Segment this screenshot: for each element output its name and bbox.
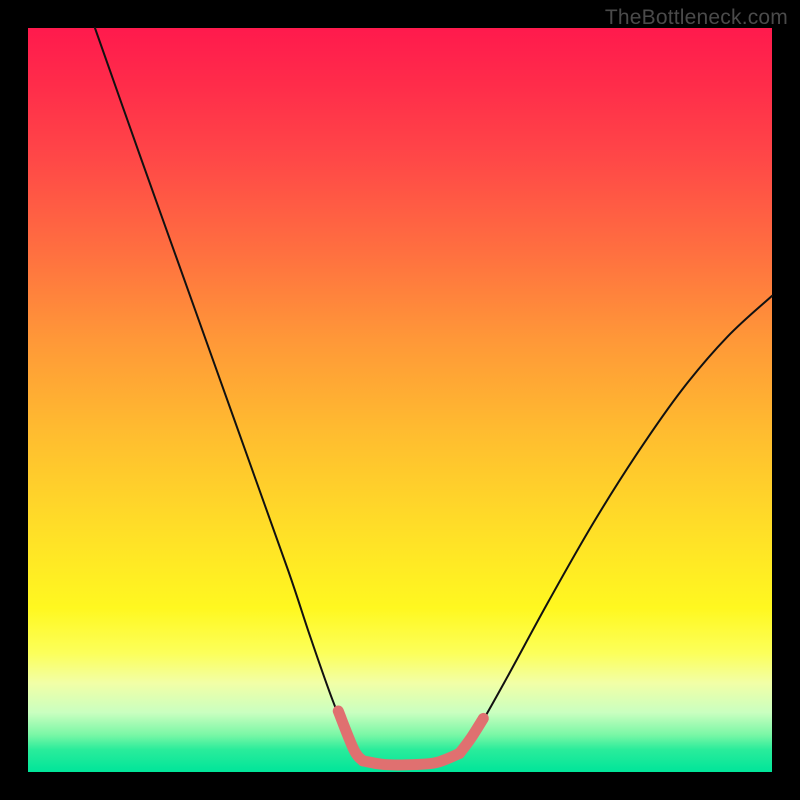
chart-svg — [28, 28, 772, 772]
series-lower-right-pink — [460, 718, 484, 753]
series-left-curve — [95, 28, 363, 761]
series-right-curve — [460, 296, 772, 754]
series-lower-left-pink — [338, 711, 363, 761]
chart-frame: TheBottleneck.com — [0, 0, 800, 800]
series-bottom-flat — [363, 753, 460, 765]
chart-plot-area — [28, 28, 772, 772]
watermark-text: TheBottleneck.com — [605, 6, 788, 30]
